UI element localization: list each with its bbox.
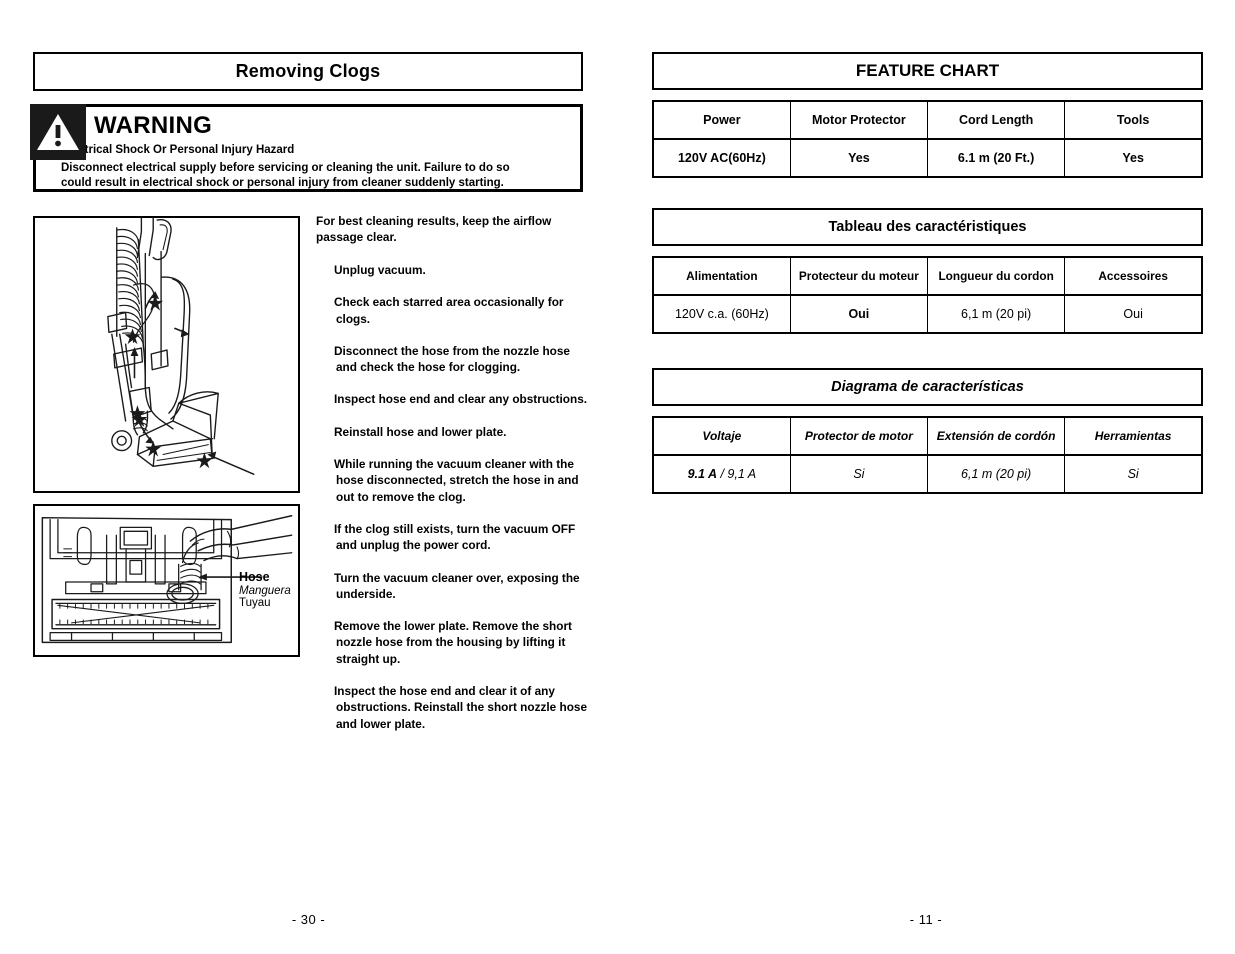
table-header-cell: Extensión de cordón	[926, 417, 1066, 456]
table-cell: 120V c.a. (60Hz)	[652, 295, 791, 333]
instructions-intro: For best cleaning results, keep the airf…	[316, 214, 552, 244]
table-cell: Si	[1064, 455, 1203, 493]
chart-heading-box: Tableau des caractéristiques	[652, 208, 1203, 246]
feature-chart-english: FEATURE CHART Power Motor Protector Cord…	[652, 52, 1203, 178]
table-header-cell: Accessoires	[1064, 257, 1203, 296]
table-cell: 6.1 m (20 Ft.)	[926, 139, 1066, 177]
table-header-cell: Voltaje	[652, 417, 791, 456]
table-header-row: Power Motor Protector Cord Length Tools	[652, 101, 1203, 140]
upright-vacuum-cleaner-illustration	[107, 218, 255, 475]
warning-body: Electrical Shock Or Personal Injury Haza…	[36, 143, 580, 192]
instruction-step: Disconnect the hose from the nozzle hose…	[334, 343, 570, 375]
page-title: Removing Clogs	[235, 61, 381, 81]
upper-illustration-box	[33, 216, 300, 493]
hose-callout-label: Hose Manguera Tuyau	[239, 570, 291, 609]
table-cell: 120V AC(60Hz)	[652, 139, 791, 177]
chart-title: Tableau des caractéristiques	[828, 219, 1027, 235]
table-cell: Oui	[1064, 295, 1203, 333]
page-number-left: - 30 -	[291, 912, 326, 927]
chart-title: Diagrama de características	[831, 379, 1024, 395]
warning-callout-box: WARNING Electrical Shock Or Personal Inj…	[33, 104, 583, 192]
instruction-step: Unplug vacuum.	[334, 263, 426, 277]
instruction-step: Inspect hose end and clear any obstructi…	[334, 392, 588, 407]
hose-label-english: Hose	[239, 570, 270, 584]
table-row: 120V c.a. (60Hz) Oui 6,1 m (20 pi) Oui	[652, 295, 1203, 333]
feature-chart-spanish: Diagrama de características Voltaje Prot…	[652, 368, 1203, 494]
table-header-cell: Herramientas	[1064, 417, 1203, 456]
instruction-step: Remove the lower plate. Remove the short…	[334, 619, 572, 666]
warning-triangle-icon	[30, 104, 86, 160]
feature-chart-french: Tableau des caractéristiques Alimentatio…	[652, 208, 1203, 334]
section-title-box: Removing Clogs	[33, 52, 583, 91]
table-header-cell: Alimentation	[652, 257, 791, 296]
warning-label: WARNING	[94, 112, 213, 139]
table-header-cell: Motor Protector	[789, 101, 929, 140]
feature-table: Voltaje Protector de motor Extensión de …	[652, 416, 1203, 494]
table-cell: Si	[789, 455, 929, 493]
instructions-list: For best cleaning results, keep the airf…	[316, 214, 588, 748]
hose-label-french: Tuyau	[239, 596, 271, 609]
table-cell: Oui	[789, 295, 929, 333]
page-number-right: - 11 -	[909, 912, 943, 927]
instruction-step: Reinstall hose and lower plate.	[334, 424, 507, 439]
table-cell: Yes	[789, 139, 929, 177]
table-cell: 6,1 m (20 pi)	[926, 455, 1066, 493]
table-cell: 6,1 m (20 pi)	[926, 295, 1066, 333]
chart-heading-box: Diagrama de características	[652, 368, 1203, 406]
table-header-cell: Longueur du cordon	[926, 257, 1066, 296]
instruction-step: If the clog still exists, turn the vacuu…	[334, 521, 576, 553]
chart-title: FEATURE CHART	[855, 61, 1000, 80]
table-header-row: Alimentation Protecteur du moteur Longue…	[652, 257, 1203, 296]
table-row: 120V AC(60Hz) Yes 6.1 m (20 Ft.) Yes	[652, 139, 1203, 177]
table-header-cell: Tools	[1064, 101, 1203, 140]
warning-hazard-line: Electrical Shock Or Personal Injury Haza…	[61, 144, 295, 156]
instruction-step: While running the vacuum cleaner with th…	[334, 457, 579, 504]
feature-table: Alimentation Protecteur du moteur Longue…	[652, 256, 1203, 334]
right-page: FEATURE CHART Power Motor Protector Cord…	[617, 0, 1235, 954]
table-header-cell: Power	[652, 101, 791, 140]
voltage-bold-part: 9.1 A	[687, 467, 717, 481]
feature-table: Power Motor Protector Cord Length Tools …	[652, 100, 1203, 178]
table-header-cell: Protecteur du moteur	[789, 257, 929, 296]
instruction-step: Check each starred area occasionally for…	[334, 295, 564, 326]
hose-leader-arrowhead	[198, 573, 207, 581]
chart-heading-box: FEATURE CHART	[652, 52, 1203, 90]
warning-body-line-1: Disconnect electrical supply before serv…	[61, 161, 510, 174]
instruction-step: Inspect the hose end and clear it of any…	[334, 684, 588, 731]
table-header-row: Voltaje Protector de motor Extensión de …	[652, 417, 1203, 456]
table-cell-voltage: 9.1 A / 9,1 A	[652, 455, 791, 493]
warning-header: WARNING	[36, 107, 580, 145]
hose-label-spanish: Manguera	[239, 584, 291, 597]
table-cell: Yes	[1064, 139, 1203, 177]
clog-star-markers	[124, 294, 213, 469]
table-header-cell: Cord Length	[926, 101, 1066, 140]
table-header-cell: Protector de motor	[789, 417, 929, 456]
voltage-rest-part: / 9,1 A	[717, 467, 757, 481]
instruction-step: Turn the vacuum cleaner over, exposing t…	[334, 570, 580, 601]
warning-body-line-2: could result in electrical shock or pers…	[61, 177, 504, 189]
table-row: 9.1 A / 9,1 A Si 6,1 m (20 pi) Si	[652, 455, 1203, 493]
left-page: Removing Clogs WARNING Electrical Shock …	[0, 0, 617, 954]
